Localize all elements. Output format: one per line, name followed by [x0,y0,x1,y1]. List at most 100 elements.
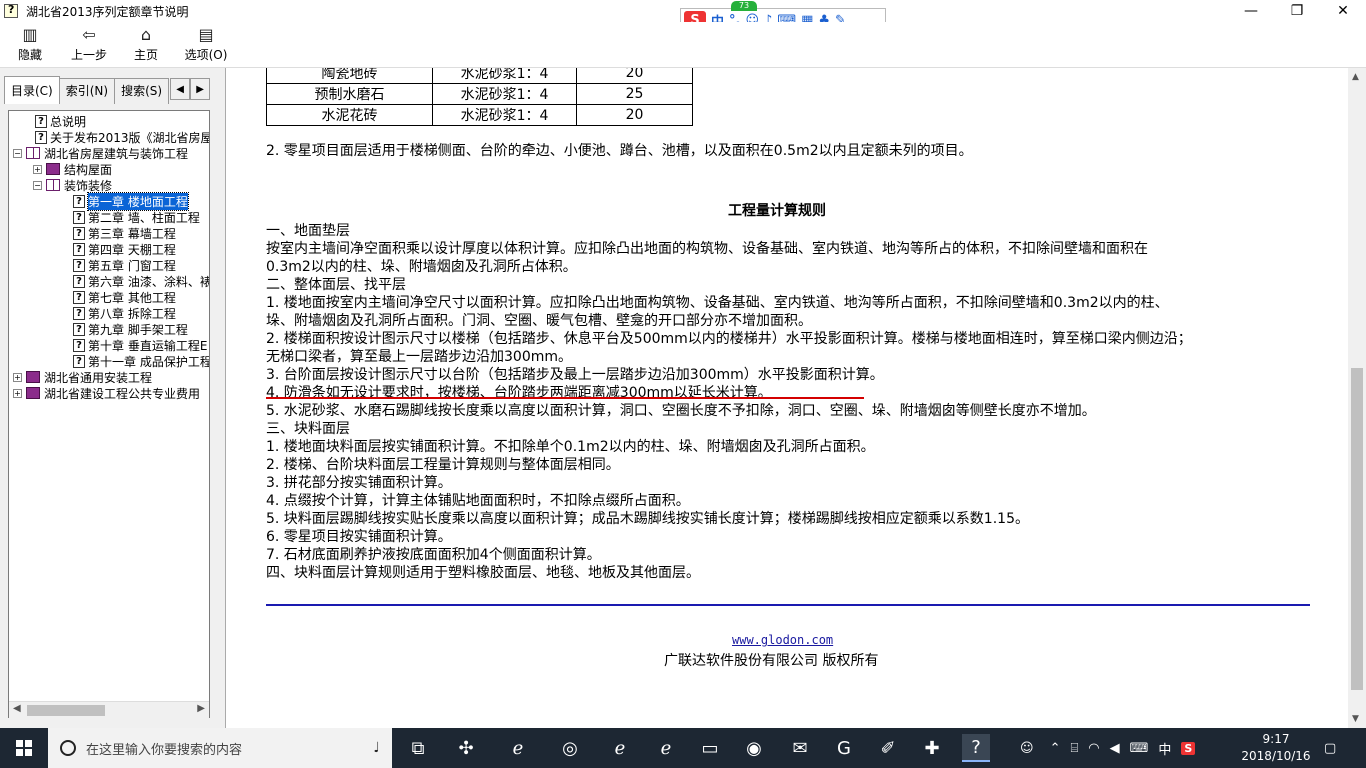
table-row: 水泥花砖 水泥砂浆1：4 20 [266,104,693,126]
back-button[interactable]: ⇦ 上一步 [66,24,112,66]
options-button[interactable]: ▤ 选项(O) [182,24,230,66]
start-button[interactable] [0,728,48,768]
help-topic-icon: ? [73,194,85,208]
table-row: 陶瓷地砖 水泥砂浆1：4 20 [266,68,693,84]
tree-item[interactable]: ? 第十一章 成品保护工程 [73,353,209,369]
tree-item[interactable]: + 湖北省建设工程公共专业费用 [13,385,200,401]
task-view-icon[interactable]: ⧉ [404,734,432,762]
tree-item[interactable]: ? 第二章 墙、柱面工程 [73,209,200,225]
tree-item[interactable]: ? 第十章 垂直运输工程E [73,337,207,353]
tree-item[interactable]: ? 第七章 其他工程 [73,289,176,305]
content-scroll-thumb[interactable] [1351,368,1363,690]
maximize-button[interactable]: ❐ [1274,0,1320,22]
contents-tree[interactable]: ? 总说明? 关于发布2013版《湖北省房屋 − 湖北省房屋建筑与装饰工程 + 结构屋面 − 装… [8,110,210,718]
network-icon[interactable]: ⌸ [1070,741,1078,756]
scroll-down-icon[interactable]: ▼ [1352,714,1359,724]
home-button[interactable]: ⌂ 主页 [128,24,164,66]
keyboard-icon[interactable]: ⌨ [1130,741,1149,756]
input-language[interactable]: 中 [1158,739,1171,758]
tree-item[interactable]: ? 第九章 脚手架工程 [73,321,188,337]
tree-item[interactable]: ? 第三章 幕墙工程 [73,225,176,241]
tab-scroll-right-icon[interactable]: ▶ [190,78,211,100]
edge-browser-icon[interactable]: ℯ [606,734,634,762]
content-vertical-scrollbar[interactable]: ▲ ▼ [1348,68,1366,728]
glodon-link[interactable]: www.glodon.com [732,633,833,647]
table-cell: 水泥砂浆1：4 [432,83,577,105]
tree-item[interactable]: + 结构屋面 [33,161,112,177]
table-cell: 水泥砂浆1：4 [432,104,577,126]
content-line: 3. 拼花部分按实铺面积计算。 [266,475,452,491]
help-topic-icon: ? [73,258,85,272]
help-topic-icon: ? [73,338,85,352]
hide-button[interactable]: ▥ 隐藏 [10,24,50,66]
scroll-left-icon[interactable]: ◀ [13,703,21,714]
ie-browser-2-icon[interactable]: ℯ [652,734,680,762]
table-cell: 水泥花砖 [266,104,433,126]
help-toolbar: ▥ 隐藏 ⇦ 上一步 ⌂ 主页 ▤ 选项(O) [0,22,1366,68]
tree-item[interactable]: ? 第四章 天棚工程 [73,241,176,257]
tab-search[interactable]: 搜索(S) [114,78,170,104]
browser-360-icon[interactable]: ◎ [556,734,584,762]
close-button[interactable]: ✕ [1320,0,1366,22]
collapse-icon[interactable]: − [33,180,42,190]
tree-item[interactable]: − 装饰装修 [33,177,112,193]
help-topic-icon: ? [73,354,85,368]
plus-app-icon[interactable]: ✚ [918,734,946,762]
glodon-g-icon[interactable]: G [830,734,858,762]
footer-divider [266,604,1310,606]
closed-book-icon [46,163,60,175]
tab-index[interactable]: 索引(N) [58,78,116,104]
tree-horizontal-scrollbar[interactable]: ◀ ▶ [9,701,209,718]
tree-item[interactable]: ? 关于发布2013版《湖北省房屋 [35,129,210,145]
tree-item[interactable]: + 湖北省通用安装工程 [13,369,152,385]
wifi-icon[interactable]: ◠ [1088,741,1099,756]
tree-item[interactable]: ? 第一章 楼地面工程 [73,191,189,211]
tab-scroll-left-icon[interactable]: ◀ [170,78,191,100]
sogou-tray-icon[interactable]: S [1181,741,1196,755]
notes-app-icon[interactable]: ✐ [874,734,902,762]
expand-icon[interactable]: + [33,164,42,174]
notifications-icon[interactable]: ▢ [1324,728,1336,768]
tree-item[interactable]: ? 总说明 [35,113,86,129]
people-icon[interactable]: ☺ [1020,741,1034,756]
microphone-icon[interactable]: ♩ [373,740,380,756]
volume-icon[interactable]: ◀ [1110,741,1120,756]
hide-pane-icon: ▥ [22,24,38,44]
collapse-icon[interactable]: − [13,148,22,158]
taskbar: 在这里输入你要搜索的内容 ♩ ⧉ ✣ ℯ ◎ ℯ ℯ ▭ ◉ ✉ G ✐ ✚ ?… [0,728,1366,768]
content-line: 四、块料面层计算规则适用于塑料橡胶面层、地毯、地板及其他面层。 [266,565,700,581]
note-2: 2. 零星项目面层适用于楼梯侧面、台阶的牵边、小便池、蹲台、池槽，以及面积在0.… [266,143,973,159]
ie-browser-icon[interactable]: ℯ [504,734,532,762]
tab-contents[interactable]: 目录(C) [4,76,60,104]
content-line: 3. 台阶面层按设计图示尺寸以台阶（包括踏步及最上一层踏步边沿加300mm）水平… [266,367,884,383]
content-line: 2. 楼梯面积按设计图示尺寸以楼梯（包括踏步、休息平台及500mm以内的楼梯井）… [266,331,1192,347]
fan-app-icon[interactable]: ✣ [452,734,480,762]
scroll-up-icon[interactable]: ▲ [1352,72,1359,82]
mail-icon[interactable]: ✉ [786,734,814,762]
nav-tabs: 目录(C) 索引(N) 搜索(S) ◀ ▶ [4,76,211,104]
help-viewer-taskbar-icon[interactable]: ? [962,734,990,762]
cortana-icon [60,740,76,756]
tree-item-label: 第六章 油漆、涂料、裱 [88,274,210,289]
expand-icon[interactable]: + [13,388,22,398]
table-cell: 陶瓷地砖 [266,68,433,84]
tree-item[interactable]: − 湖北省房屋建筑与装饰工程 [13,145,188,161]
taskbar-search-box[interactable]: 在这里输入你要搜索的内容 ♩ [48,728,392,768]
green-app-icon[interactable]: ◉ [740,734,768,762]
expand-icon[interactable]: + [13,372,22,382]
tree-item[interactable]: ? 第八章 拆除工程 [73,305,176,321]
scroll-thumb[interactable] [27,705,105,716]
scroll-right-icon[interactable]: ▶ [197,703,205,714]
taskbar-clock[interactable]: 9:17 2018/10/16 [1240,731,1312,765]
help-topic-icon: ? [73,242,85,256]
table-row: 预制水磨石 水泥砂浆1：4 25 [266,83,693,105]
content-line: 6. 零星项目按实铺面积计算。 [266,529,452,545]
file-explorer-icon[interactable]: ▭ [696,734,724,762]
tree-item[interactable]: ? 第六章 油漆、涂料、裱 [73,273,210,289]
show-hidden-icons-icon[interactable]: ⌃ [1050,741,1061,756]
tree-item-label: 第十章 垂直运输工程E [88,338,208,353]
tree-item[interactable]: ? 第五章 门窗工程 [73,257,176,273]
table-cell: 水泥砂浆1：4 [432,68,577,84]
tree-item-label: 关于发布2013版《湖北省房屋 [50,130,210,145]
minimize-button[interactable]: — [1228,0,1274,22]
